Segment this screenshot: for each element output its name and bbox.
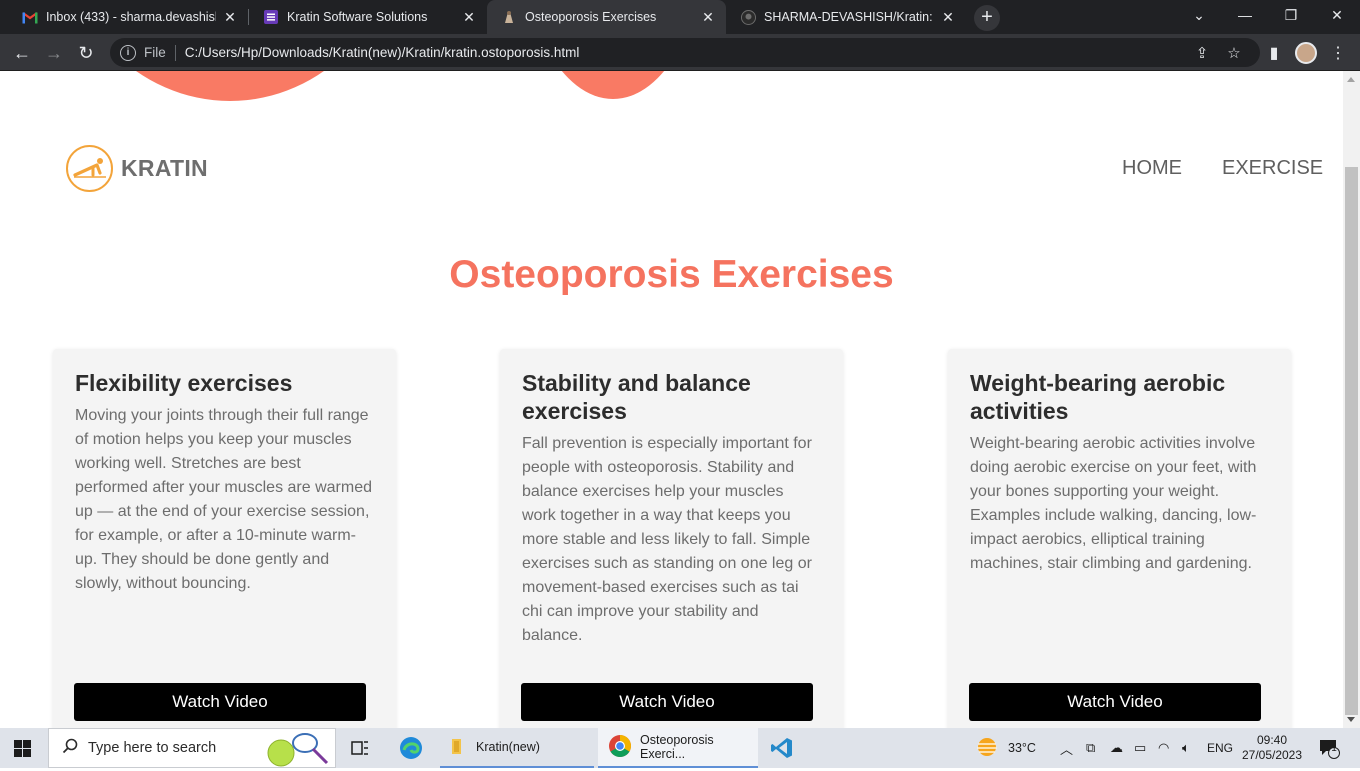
chrome-icon bbox=[608, 734, 632, 761]
nav-home-link[interactable]: HOME bbox=[1122, 157, 1182, 180]
windows-start-icon[interactable] bbox=[14, 740, 31, 762]
battery-icon[interactable]: ▭ bbox=[1134, 728, 1146, 768]
taskbar-search-box[interactable]: Type here to search bbox=[48, 728, 336, 768]
close-tab-icon[interactable]: ✕ bbox=[940, 9, 956, 26]
card-description: Moving your joints through their full ra… bbox=[75, 407, 372, 592]
edge-icon[interactable] bbox=[399, 736, 423, 765]
new-tab-button[interactable]: + bbox=[974, 5, 1000, 31]
side-panel-icon[interactable]: ▮ bbox=[1260, 39, 1288, 67]
taskbar-clock[interactable]: 09:40 27/05/2023 bbox=[1240, 728, 1304, 768]
card-heading: Weight-bearing aerobic activities bbox=[970, 370, 1226, 424]
tab-osteoporosis[interactable]: Osteoporosis Exercises ✕ bbox=[487, 0, 726, 34]
nav-exercise-link[interactable]: EXERCISE bbox=[1222, 157, 1323, 180]
clock-date: 27/05/2023 bbox=[1241, 748, 1303, 762]
close-tab-icon[interactable]: ✕ bbox=[222, 9, 238, 26]
page-scrollbar[interactable] bbox=[1343, 71, 1360, 728]
forms-icon bbox=[263, 9, 279, 25]
task-view-icon[interactable] bbox=[351, 739, 369, 762]
taskbar-app-chrome[interactable]: Osteoporosis Exerci... bbox=[598, 728, 758, 768]
close-tab-icon[interactable]: ✕ bbox=[700, 9, 716, 26]
reload-button[interactable]: ↻ bbox=[72, 39, 100, 67]
close-window-button[interactable]: ✕ bbox=[1314, 0, 1360, 30]
weather-sun-icon bbox=[974, 736, 1000, 761]
wifi-icon[interactable]: ◠ bbox=[1158, 728, 1169, 768]
volume-icon[interactable]: 🔈︎ bbox=[1182, 728, 1190, 768]
menu-kebab-icon[interactable]: ⋮ bbox=[1324, 39, 1352, 67]
tab-github[interactable]: SHARMA-DEVASHISH/Kratin: It is ✕ bbox=[726, 0, 966, 34]
watch-video-button[interactable]: Watch Video bbox=[969, 683, 1261, 721]
url-text[interactable]: C:/Users/Hp/Downloads/Kratin(new)/Kratin… bbox=[185, 45, 580, 60]
forward-button[interactable]: → bbox=[40, 39, 68, 67]
url-scheme: File bbox=[144, 45, 166, 60]
bookmark-star-icon[interactable]: ☆ bbox=[1220, 38, 1248, 67]
card-heading: Flexibility exercises bbox=[75, 370, 293, 396]
watch-video-button[interactable]: Watch Video bbox=[74, 683, 366, 721]
language-indicator[interactable]: ENG bbox=[1207, 728, 1233, 768]
tab-search-icon[interactable]: ⌄ bbox=[1176, 0, 1222, 30]
tab-title: Osteoporosis Exercises bbox=[525, 10, 657, 24]
tab-title: Kratin Software Solutions bbox=[287, 10, 428, 24]
meet-now-icon[interactable]: ⧉ bbox=[1086, 728, 1095, 768]
minimize-button[interactable]: — bbox=[1222, 0, 1268, 30]
scroll-thumb[interactable] bbox=[1345, 167, 1358, 715]
vscode-icon[interactable] bbox=[770, 736, 794, 765]
weather-widget[interactable]: 33°C bbox=[974, 728, 1036, 768]
browser-toolbar: ← → ↻ i File C:/Users/Hp/Downloads/Krati… bbox=[0, 34, 1360, 71]
page-viewport: KRATIN HOME EXERCISE Osteoporosis Exerci… bbox=[0, 71, 1343, 728]
taskbar-app-label: Osteoporosis Exerci... bbox=[640, 733, 714, 761]
scroll-down-arrow-icon[interactable] bbox=[1347, 717, 1355, 722]
folder-icon bbox=[448, 737, 466, 758]
exercise-card: Flexibility exercises Moving your joints… bbox=[53, 349, 396, 728]
gmail-icon bbox=[22, 9, 38, 25]
show-hidden-icons[interactable]: ︿ bbox=[1060, 728, 1073, 768]
tennis-search-highlight-icon bbox=[263, 731, 333, 771]
search-icon bbox=[62, 738, 78, 758]
decorative-blob bbox=[60, 71, 400, 101]
page-icon bbox=[501, 9, 517, 25]
info-icon[interactable]: i bbox=[120, 44, 136, 61]
notification-center-icon[interactable]: 1 bbox=[1318, 728, 1340, 768]
exercise-card: Stability and balance exercises Fall pre… bbox=[500, 349, 843, 728]
taskbar-app-file-explorer[interactable]: Kratin(new) bbox=[440, 728, 594, 768]
restore-button[interactable]: ❐ bbox=[1268, 0, 1314, 30]
taskbar-app-label: Kratin(new) bbox=[476, 740, 540, 754]
tab-title: SHARMA-DEVASHISH/Kratin: It is bbox=[764, 10, 934, 24]
scroll-up-arrow-icon[interactable] bbox=[1347, 77, 1355, 82]
card-description: Weight-bearing aerobic activities involv… bbox=[970, 435, 1257, 572]
watch-video-button[interactable]: Watch Video bbox=[521, 683, 813, 721]
github-icon bbox=[740, 9, 756, 25]
tab-kratin-software[interactable]: Kratin Software Solutions ✕ bbox=[249, 0, 487, 34]
page-title: Osteoporosis Exercises bbox=[449, 253, 894, 296]
exercise-card: Weight-bearing aerobic activities Weight… bbox=[948, 349, 1291, 728]
clock-time: 09:40 bbox=[1256, 733, 1288, 747]
card-heading: Stability and balance exercises bbox=[522, 370, 751, 424]
search-placeholder: Type here to search bbox=[88, 740, 217, 756]
logo-text: KRATIN bbox=[121, 155, 208, 181]
windows-taskbar: Type here to search Kratin(new) Osteopor… bbox=[0, 728, 1360, 768]
tab-title: Inbox (433) - sharma.devashish2 bbox=[46, 10, 216, 24]
back-button[interactable]: ← bbox=[8, 39, 36, 67]
card-description: Fall prevention is especially important … bbox=[522, 435, 812, 644]
share-icon[interactable]: ⇪ bbox=[1188, 38, 1216, 67]
tab-gmail[interactable]: Inbox (433) - sharma.devashish2 ✕ bbox=[8, 0, 248, 34]
url-divider bbox=[174, 44, 176, 61]
pushup-icon bbox=[66, 145, 113, 192]
weather-temperature: 33°C bbox=[1008, 741, 1036, 755]
notification-count: 1 bbox=[1331, 743, 1337, 754]
site-logo[interactable]: KRATIN bbox=[66, 145, 208, 192]
tab-strip: Inbox (433) - sharma.devashish2 ✕ Kratin… bbox=[0, 0, 1360, 34]
decorative-blob bbox=[518, 71, 708, 99]
profile-avatar[interactable] bbox=[1292, 39, 1320, 67]
address-bar[interactable]: i File C:/Users/Hp/Downloads/Kratin(new)… bbox=[110, 38, 1260, 67]
onedrive-cloud-icon[interactable]: ☁ bbox=[1110, 728, 1123, 768]
close-tab-icon[interactable]: ✕ bbox=[461, 9, 477, 26]
